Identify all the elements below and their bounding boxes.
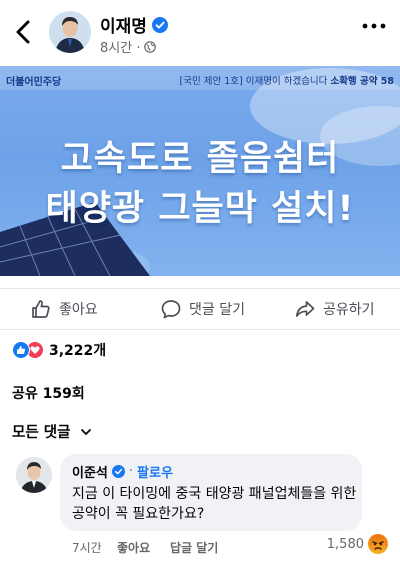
author-name-row[interactable]: 이재명 <box>100 12 168 37</box>
comment-sort-dropdown[interactable]: 모든 댓글 <box>12 421 92 442</box>
pledge-prefix: [국민 제안 1호] 이재명이 하겠습니다 <box>179 76 328 87</box>
globe-icon <box>144 40 157 53</box>
comment-reactions[interactable]: 1,580 <box>327 534 388 554</box>
angry-reaction-icon <box>368 534 388 554</box>
share-label: 공유하기 <box>323 302 375 318</box>
post-header: 이재명 8시간 · <box>0 0 400 64</box>
comment-button[interactable]: 댓글 달기 <box>160 289 245 329</box>
post-image[interactable]: 더불어민주당 [국민 제안 1호] 이재명이 하겠습니다 소확행 공약 58 고… <box>0 66 400 276</box>
thumbs-up-icon <box>32 300 50 318</box>
like-button[interactable]: 좋아요 <box>30 289 98 329</box>
comment-icon <box>161 300 181 319</box>
comment-reaction-count: 1,580 <box>326 536 364 552</box>
like-label: 좋아요 <box>59 302 98 318</box>
commenter-avatar[interactable] <box>16 457 52 493</box>
post-meta: 8시간 · <box>100 37 157 56</box>
comment-reply-button[interactable]: 답글 달기 <box>170 539 218 556</box>
commenter-name-row: 이준석 · 팔로우 <box>72 462 173 481</box>
comment-time[interactable]: 7시간 <box>72 539 102 556</box>
separator-dot: · <box>128 464 134 479</box>
share-arrow-icon <box>295 301 315 317</box>
headline-line-1: 고속도로 졸음쉼터 <box>60 139 340 179</box>
chevron-down-icon <box>81 428 92 435</box>
pledge-suffix: 소확행 공약 58 <box>330 76 394 87</box>
pledge-tag: [국민 제안 1호] 이재명이 하겠습니다 소확행 공약 58 <box>180 73 394 87</box>
ellipsis-icon[interactable] <box>362 22 386 30</box>
comment-label: 댓글 달기 <box>189 302 245 318</box>
back-arrow-icon[interactable] <box>10 18 38 46</box>
commenter-name[interactable]: 이준석 <box>72 462 108 481</box>
verified-badge-icon <box>111 465 125 478</box>
verified-badge-icon <box>151 16 168 33</box>
comment-like-button[interactable]: 좋아요 <box>117 539 150 556</box>
party-name: 더불어민주당 <box>6 77 62 88</box>
share-button[interactable]: 공유하기 <box>294 289 375 329</box>
post-time[interactable]: 8시간 · <box>100 37 140 56</box>
reaction-count: 3,222개 <box>49 343 107 359</box>
share-count[interactable]: 공유 159회 <box>12 383 85 403</box>
post-action-bar: 좋아요 댓글 달기 공유하기 <box>0 288 400 330</box>
comment-sort-label: 모든 댓글 <box>12 425 71 441</box>
comment-bubble: 이준석 · 팔로우 지금 이 타이밍에 중국 태양광 패널업체들을 위한 공약이… <box>60 454 362 531</box>
follow-button[interactable]: 팔로우 <box>137 462 173 481</box>
comment-text: 지금 이 타이밍에 중국 태양광 패널업체들을 위한 공약이 꼭 필요한가요? <box>72 486 357 522</box>
like-reaction-icon <box>12 341 30 359</box>
author-avatar[interactable] <box>49 11 91 53</box>
headline-line-2: 태양광 그늘막 설치! <box>45 189 355 229</box>
reaction-summary[interactable]: 3,222개 <box>12 340 106 360</box>
author-name[interactable]: 이재명 <box>100 12 147 37</box>
